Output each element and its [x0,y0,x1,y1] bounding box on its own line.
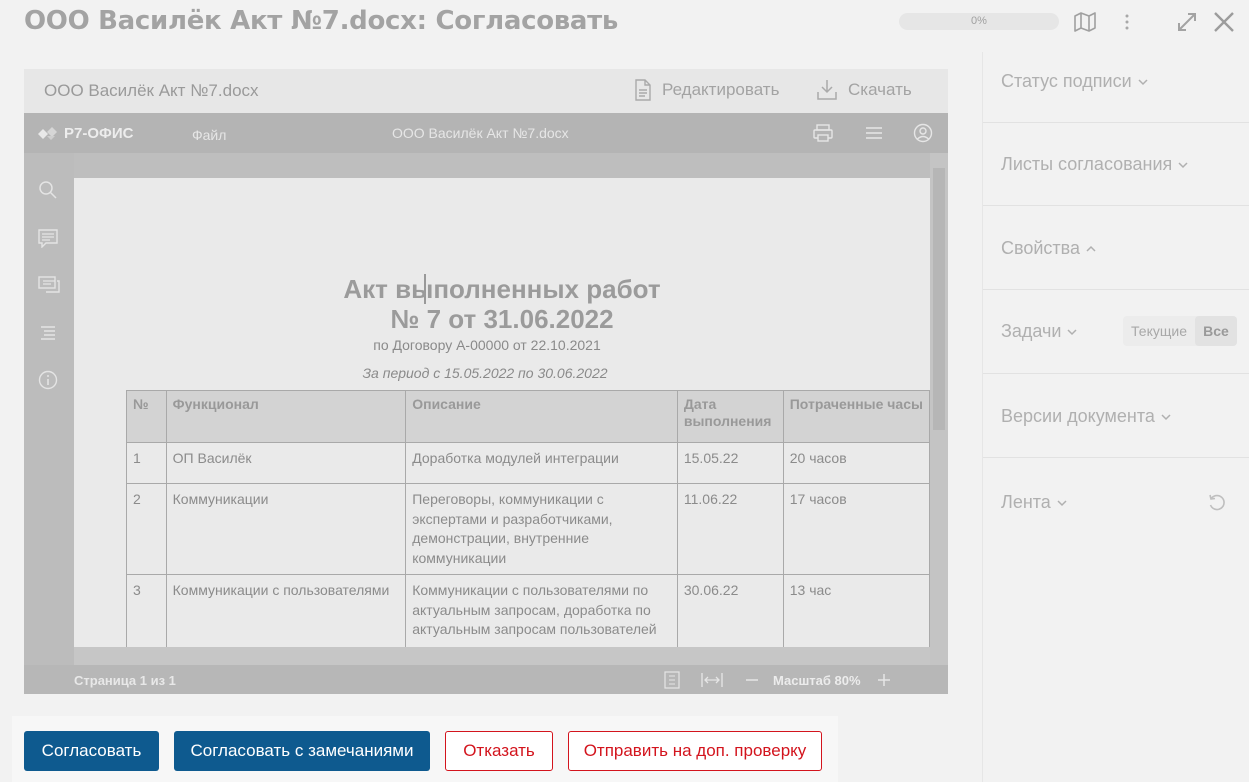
table-cell: 2 [126,483,167,575]
viewer-doc-name: ООО Василёк Акт №7.docx [44,81,259,100]
tasks-filter-current[interactable]: Текущие [1123,316,1195,346]
progress-label: 0% [971,15,987,27]
document-page-area[interactable]: Акт выполненных работ № 7 от 31.06.2022 … [74,153,930,665]
section-properties[interactable]: Свойства [983,206,1249,290]
r7-brand: Р7-ОФИС [64,125,134,142]
r7-logo-icon [38,126,57,140]
approval-sheets-label: Листы согласования [1001,154,1173,174]
feed-label: Лента [1001,492,1051,512]
table-cell: 1 [126,442,167,484]
chevron-down-icon [1161,413,1171,420]
table-header: Функционал [165,390,407,443]
section-versions[interactable]: Версии документа [983,374,1249,458]
send-for-review-button[interactable]: Отправить на доп. проверку [568,731,822,771]
versions-label: Версии документа [1001,406,1155,426]
table-cell: 11.06.22 [676,483,784,575]
search-icon[interactable] [38,180,58,200]
close-icon[interactable] [1212,10,1236,34]
map-icon[interactable] [1073,10,1097,34]
doc-title-line1: Акт выполненных работ [343,274,661,304]
approve-button[interactable]: Согласовать [24,731,159,771]
table-cell: ОП Василёк [165,442,407,484]
section-signature-status[interactable]: Статус подписи [983,52,1249,123]
progress-bar: 0% [899,13,1059,30]
download-button[interactable]: Скачать [816,79,912,101]
table-row: 1 ОП Василёк Доработка модулей интеграци… [126,442,930,484]
feed-title[interactable]: Лента [1001,492,1067,513]
zoom-out-icon[interactable] [744,671,762,689]
comment-icon[interactable] [38,228,58,249]
table-cell: 17 часов [782,483,930,575]
section-title[interactable]: Задачи [1001,321,1077,342]
chevron-down-icon [1067,328,1077,335]
properties-label: Свойства [1001,238,1081,258]
acts-table: № Функционал Описание Дата выполнения По… [126,390,930,665]
chevron-up-icon [1086,245,1096,252]
print-icon[interactable] [813,123,833,143]
document-page[interactable]: Акт выполненных работ № 7 от 31.06.2022 … [74,178,930,665]
info-icon[interactable] [38,370,58,390]
table-header: Дата выполнения [676,390,784,443]
navigation-icon[interactable] [38,323,58,343]
table-row: 2 Коммуникации Переговоры, коммуникации … [126,483,930,575]
table-cell: Доработка модулей интеграции [405,442,678,484]
tasks-filter-all[interactable]: Все [1195,316,1237,346]
table-header-row: № Функционал Описание Дата выполнения По… [126,390,930,443]
editor-doc-name: ООО Василёк Акт №7.docx [392,125,569,141]
right-sidebar: Статус подписи Листы согласования Свойст… [982,52,1249,782]
document-icon [635,79,651,101]
expand-icon[interactable] [1175,10,1199,34]
horizontal-scrollbar[interactable] [74,647,930,665]
editor-toolbar: Р7-ОФИС Файл ООО Василёк Акт №7.docx [24,113,948,153]
doc-title-line2: № 7 от 31.06.2022 [390,304,614,334]
tasks-label: Задачи [1001,321,1062,341]
vertical-scrollbar[interactable] [930,153,948,665]
reject-button[interactable]: Отказать [445,731,553,771]
r7-office-logo: Р7-ОФИС [38,125,133,142]
page-title: ООО Василёк Акт №7.docx: Согласовать [24,6,619,36]
fit-page-icon[interactable] [664,671,682,689]
table-header: Потраченные часы [782,390,930,443]
section-title[interactable]: Версии документа [1001,406,1171,427]
fit-width-icon[interactable] [701,671,723,689]
user-icon[interactable] [913,123,933,143]
signature-status-label: Статус подписи [1001,71,1132,91]
file-menu[interactable]: Файл [192,127,226,143]
chevron-down-icon [1178,161,1188,168]
chevron-down-icon [1057,499,1067,506]
edit-button[interactable]: Редактировать [634,79,779,101]
doc-period-line: За период с 15.05.2022 по 30.06.2022 [362,365,608,381]
zoom-level: Масштаб 80% [773,673,861,688]
table-cell: Коммуникации [165,483,407,575]
approve-with-remarks-button[interactable]: Согласовать с замечаниями [174,731,430,771]
table-cell: 20 часов [782,442,930,484]
document-viewer: ООО Василёк Акт №7.docx Редактировать Ск… [24,69,948,694]
section-title[interactable]: Свойства [1001,238,1096,259]
section-title[interactable]: Статус подписи [1001,71,1148,92]
section-title[interactable]: Листы согласования [1001,154,1188,175]
table-cell: Переговоры, коммуникации с экспертами и … [405,483,678,575]
tasks-filter: Текущие Все [1123,316,1237,346]
edit-label: Редактировать [662,80,780,99]
download-label: Скачать [848,80,912,99]
refresh-icon[interactable] [1207,493,1229,515]
section-approval-sheets[interactable]: Листы согласования [983,123,1249,206]
more-vertical-icon[interactable] [1115,10,1139,34]
editor-left-rail [24,153,74,665]
doc-contract-line: по Договору А-00000 от 22.10.2021 [373,337,601,353]
viewer-toolbar: ООО Василёк Акт №7.docx Редактировать Ск… [24,69,948,113]
editor-status-bar: Страница 1 из 1 Масштаб 80% [24,665,948,694]
zoom-in-icon[interactable] [876,671,894,689]
table-header: № [126,390,167,443]
vertical-scroll-thumb[interactable] [933,168,945,430]
table-cell: 15.05.22 [676,442,784,484]
menu-icon[interactable] [864,123,884,143]
download-icon [817,80,837,100]
chevron-down-icon [1138,78,1148,85]
chat-icon[interactable] [38,275,60,295]
page-count: Страница 1 из 1 [74,673,176,688]
table-header: Описание [405,390,678,443]
